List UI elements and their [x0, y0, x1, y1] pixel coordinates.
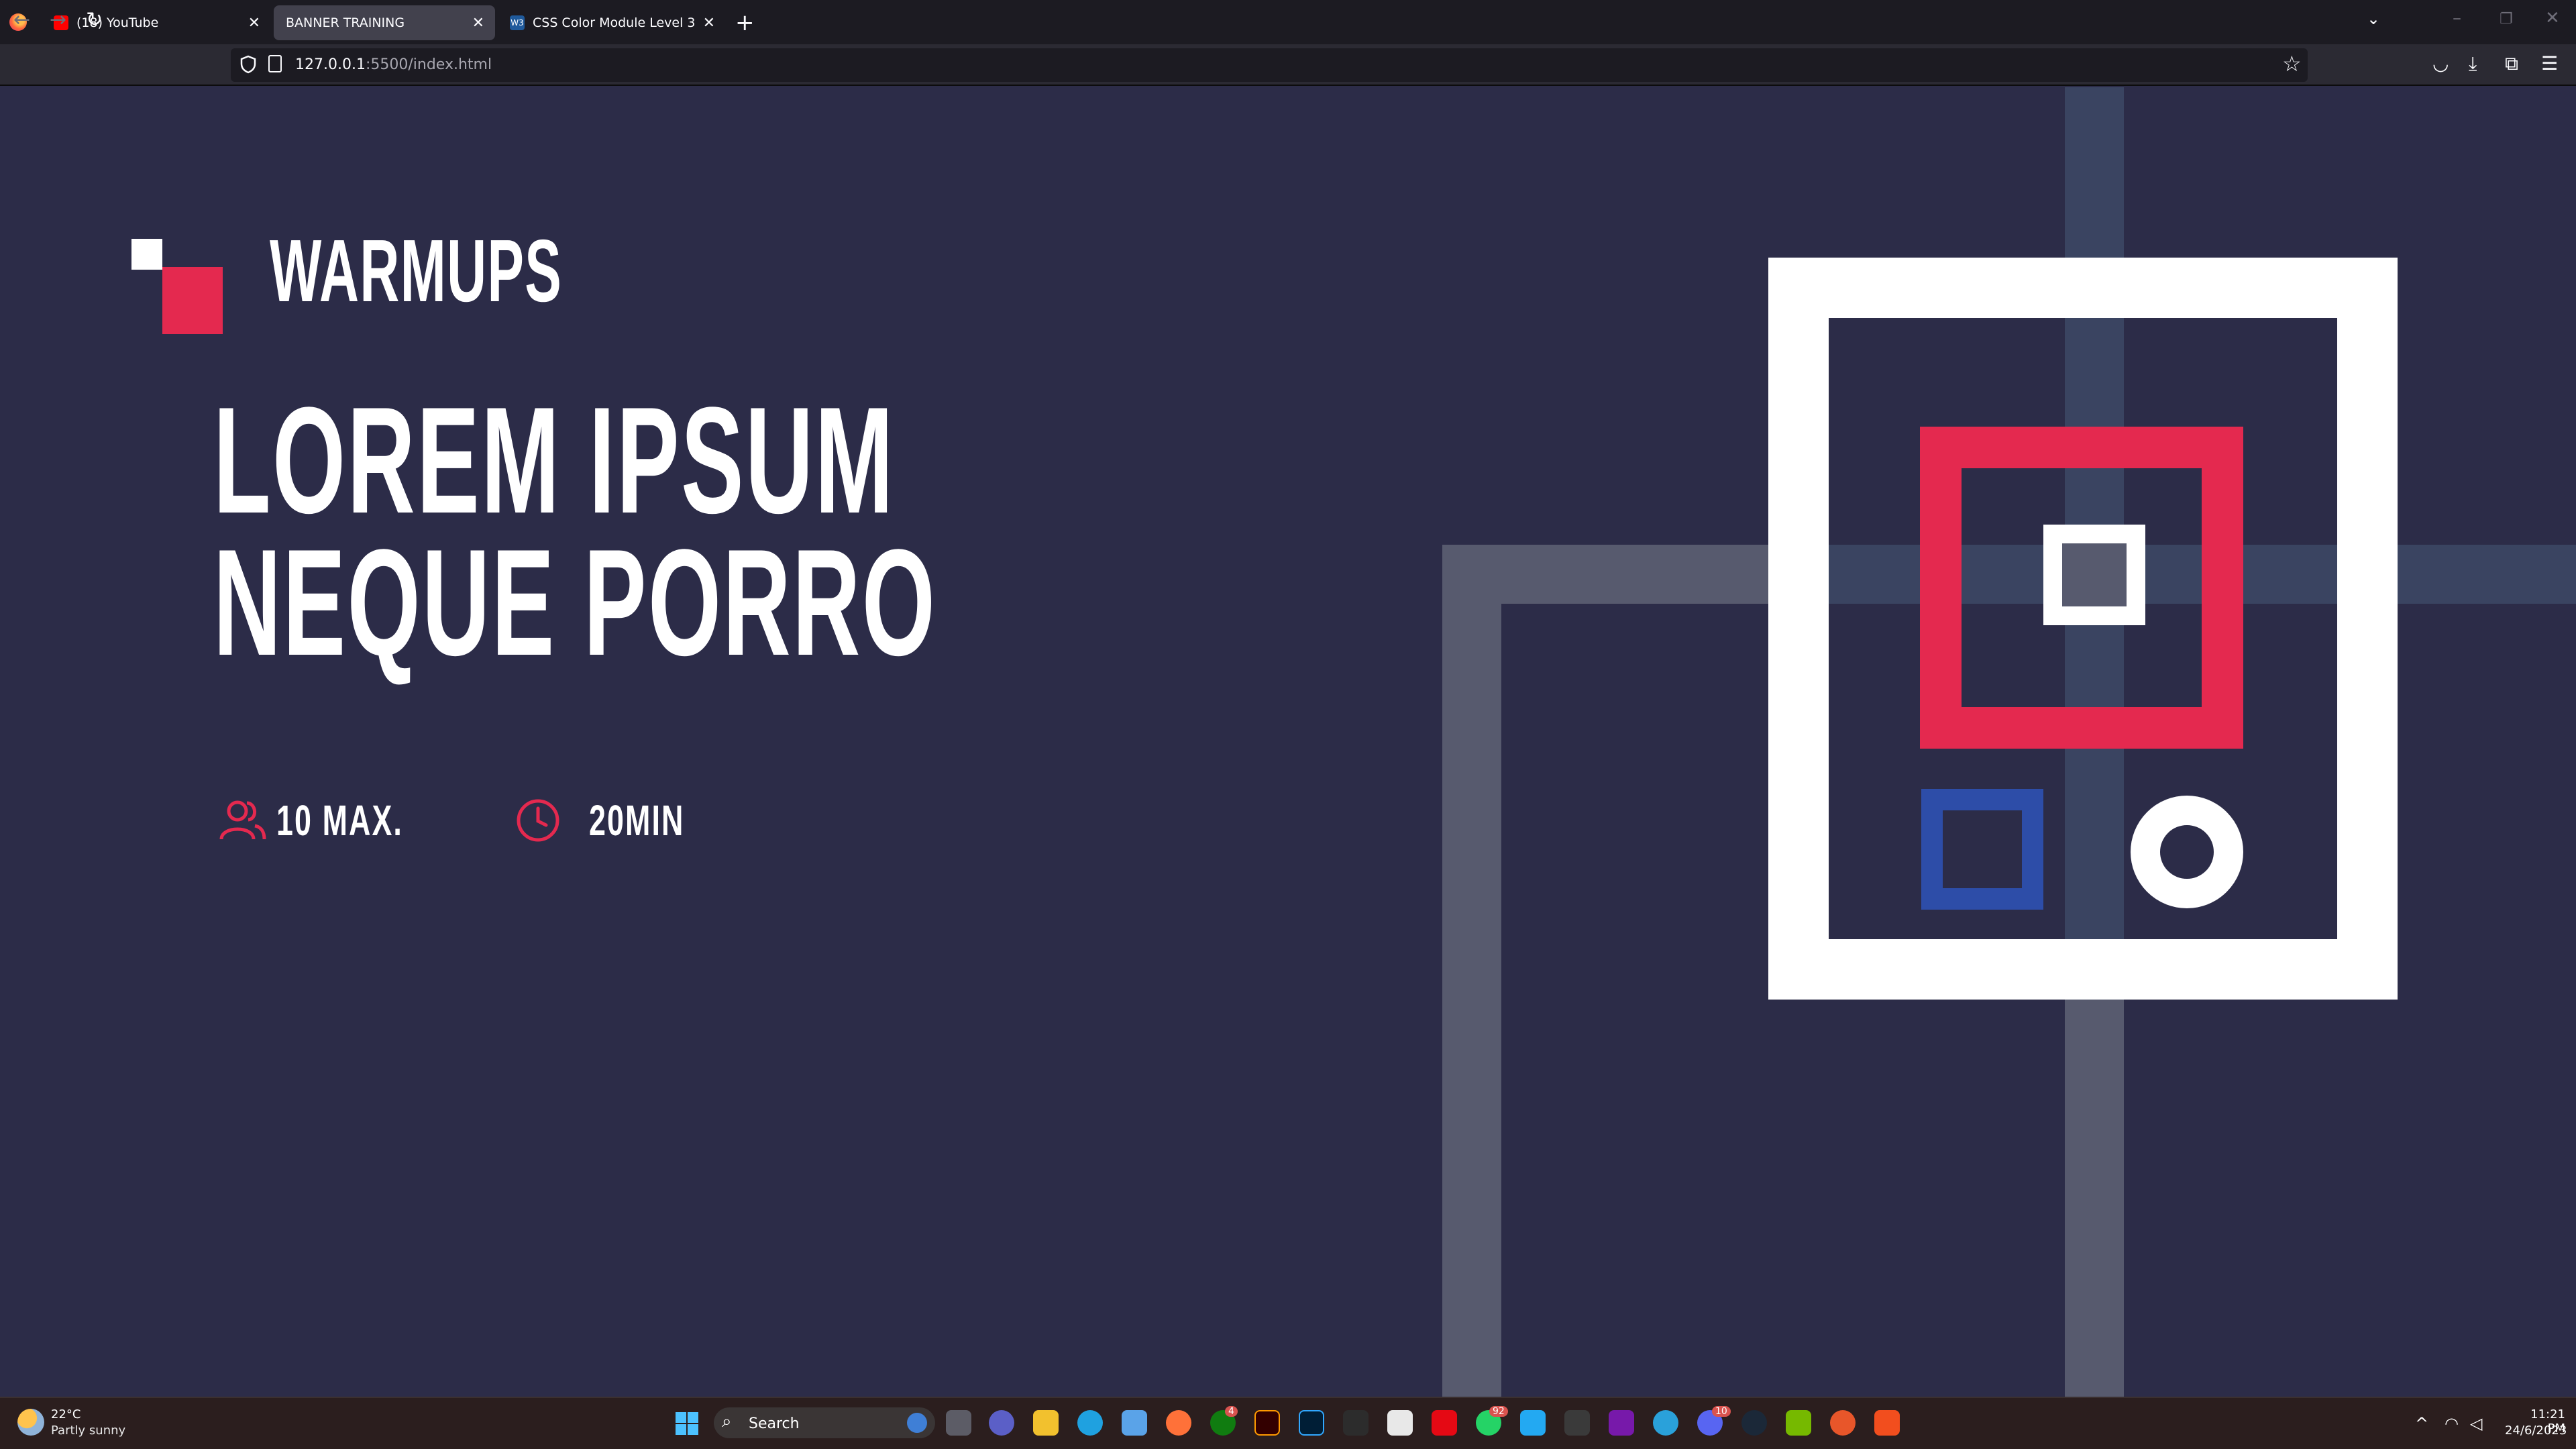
- headline-line-1: LOREM IPSUM: [213, 375, 895, 545]
- decor-stripe-vertical-left: [1442, 545, 1501, 1397]
- back-button[interactable]: ←: [13, 8, 30, 32]
- firefox-taskbar-icon[interactable]: [1166, 1410, 1191, 1436]
- w3c-icon: W3: [510, 15, 525, 30]
- terminal-icon[interactable]: [1564, 1410, 1590, 1436]
- tab-title: CSS Color Module Level 3: [533, 15, 696, 30]
- vscode-icon[interactable]: [1520, 1410, 1546, 1436]
- close-window-button[interactable]: ✕: [2545, 8, 2560, 28]
- steam-icon[interactable]: [1741, 1410, 1767, 1436]
- brand-title: WARMUPS: [270, 221, 563, 320]
- forward-button[interactable]: →: [50, 8, 66, 32]
- photoshop-icon[interactable]: [1299, 1410, 1324, 1436]
- new-tab-button[interactable]: +: [735, 9, 755, 36]
- tab-title: BANNER TRAINING: [286, 15, 405, 30]
- netflix-icon[interactable]: [1432, 1410, 1457, 1436]
- nvidia-icon[interactable]: [1786, 1410, 1811, 1436]
- bing-icon[interactable]: [907, 1413, 927, 1433]
- blue-square: [1921, 789, 2043, 910]
- weather-icon[interactable]: [17, 1409, 44, 1436]
- close-icon[interactable]: ✕: [248, 15, 260, 32]
- logo-square-red: [162, 267, 223, 334]
- windows-taskbar: [0, 1397, 2576, 1449]
- tab-css-color[interactable]: W3 CSS Color Module Level 3 ✕: [498, 5, 726, 40]
- taskbar-search-box[interactable]: [714, 1407, 935, 1438]
- page-info-icon[interactable]: [268, 55, 282, 72]
- menu-icon[interactable]: ☰: [2541, 52, 2558, 74]
- extensions-icon[interactable]: ⧉: [2505, 52, 2518, 75]
- small-white-square: [2043, 525, 2145, 625]
- pocket-icon[interactable]: ◡: [2432, 52, 2449, 74]
- figma-icon[interactable]: [1874, 1410, 1900, 1436]
- weather-description[interactable]: Partly sunny: [51, 1424, 125, 1438]
- bookmark-star-icon[interactable]: ☆: [2282, 51, 2302, 76]
- logo-square-white: [131, 239, 162, 270]
- illustrator-icon[interactable]: [1254, 1410, 1280, 1436]
- minimize-button[interactable]: –: [2453, 8, 2461, 28]
- weather-temperature[interactable]: 22°C: [51, 1407, 80, 1421]
- headline: LOREM IPSUM NEQUE PORRO: [213, 375, 937, 687]
- microsoft-store-icon[interactable]: [1122, 1410, 1147, 1436]
- url-text[interactable]: 127.0.0.1:5500/index.html: [295, 56, 492, 73]
- search-icon: ⌕: [722, 1411, 732, 1432]
- participants-label: 10 MAX.: [276, 796, 403, 845]
- shield-icon[interactable]: [240, 55, 256, 74]
- whatsapp-badge: 92: [1489, 1406, 1508, 1417]
- white-ring: [2131, 796, 2243, 908]
- downloads-icon[interactable]: ⤓: [2469, 52, 2477, 75]
- url-bar[interactable]: [231, 48, 2308, 82]
- reload-button[interactable]: ↻: [86, 8, 103, 32]
- close-icon[interactable]: ✕: [703, 15, 715, 32]
- edge-icon[interactable]: [1077, 1410, 1103, 1436]
- onenote-icon[interactable]: [1609, 1410, 1634, 1436]
- discord-badge: 10: [1712, 1406, 1731, 1417]
- headline-line-2: NEQUE PORRO: [213, 517, 937, 687]
- volume-icon[interactable]: ◁: [2470, 1414, 2482, 1433]
- calendar-icon[interactable]: [1387, 1410, 1413, 1436]
- app-icon[interactable]: [1830, 1410, 1856, 1436]
- tab-banner-training[interactable]: BANNER TRAINING ✕: [274, 5, 495, 40]
- close-icon[interactable]: ✕: [472, 15, 484, 32]
- file-explorer-icon[interactable]: [1033, 1410, 1059, 1436]
- wifi-icon[interactable]: ◠: [2445, 1414, 2459, 1433]
- windows-start-icon[interactable]: [675, 1411, 699, 1436]
- tab-youtube[interactable]: (18) YouTube ✕: [42, 5, 271, 40]
- duration-info: 20MIN: [515, 796, 726, 845]
- decor-stripe-vertical-lower: [2065, 1000, 2124, 1397]
- participants-info: 10 MAX.: [219, 796, 458, 845]
- teams-chat-icon[interactable]: [989, 1410, 1014, 1436]
- show-hidden-icons[interactable]: ^: [2415, 1414, 2428, 1433]
- task-view-icon[interactable]: [946, 1410, 971, 1436]
- search-label: Search: [749, 1415, 800, 1432]
- list-all-tabs-button[interactable]: ⌄: [2367, 9, 2380, 28]
- duration-label: 20MIN: [589, 796, 685, 845]
- telegram-icon[interactable]: [1653, 1410, 1678, 1436]
- clock-date[interactable]: 24/6/2023: [2505, 1424, 2567, 1438]
- calendar-app-icon[interactable]: [1343, 1410, 1368, 1436]
- banner-page: WARMUPS LOREM IPSUM NEQUE PORRO 10 MAX. …: [0, 87, 2576, 1397]
- clock-icon: [517, 799, 559, 842]
- restore-button[interactable]: ❐: [2500, 11, 2513, 28]
- xbox-badge: 4: [1225, 1406, 1238, 1417]
- users-icon: [219, 800, 266, 840]
